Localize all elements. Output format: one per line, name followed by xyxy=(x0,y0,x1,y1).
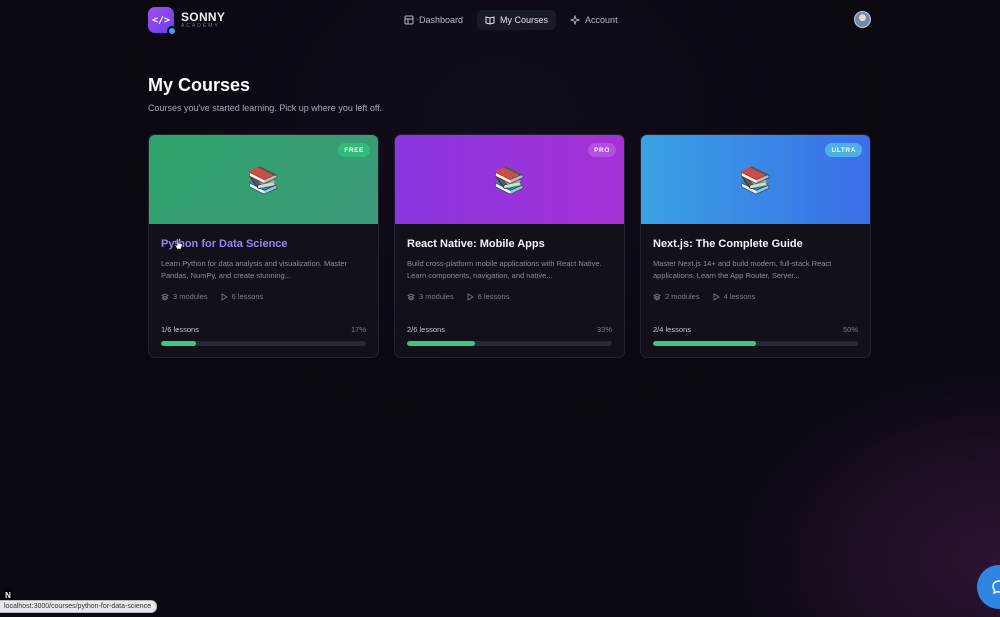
course-title[interactable]: Python for Data Science xyxy=(161,238,366,250)
course-meta: 2 modules 4 lessons xyxy=(653,292,858,301)
hand-cursor-icon xyxy=(174,238,183,250)
chat-bubble-icon xyxy=(992,580,1000,595)
tier-badge: PRO xyxy=(588,143,616,157)
module-count: 3 modules xyxy=(419,292,454,301)
play-icon xyxy=(713,292,720,301)
progress-label: 2/4 lessons xyxy=(653,325,691,334)
books-icon: 📚 xyxy=(493,164,526,195)
tier-badge: FREE xyxy=(338,143,370,157)
course-card[interactable]: 📚 ULTRA Next.js: The Complete Guide Mast… xyxy=(640,134,871,358)
course-description: Master Next.js 14+ and build modern, ful… xyxy=(653,259,832,280)
progress-bar xyxy=(653,341,858,346)
page-subtitle: Courses you've started learning. Pick up… xyxy=(148,103,383,113)
course-description: Learn Python for data analysis and visua… xyxy=(161,259,347,280)
link-status-bar: localhost:3000/courses/python-for-data-s… xyxy=(0,600,158,613)
progress-fill xyxy=(653,341,756,346)
chat-button[interactable] xyxy=(977,565,1000,609)
course-meta: 3 modules 6 lessons xyxy=(161,292,366,301)
module-count: 3 modules xyxy=(173,292,208,301)
course-title[interactable]: React Native: Mobile Apps xyxy=(407,238,612,250)
progress-percent: 33% xyxy=(596,325,612,334)
lesson-count: 6 lessons xyxy=(477,292,510,301)
progress-percent: 17% xyxy=(350,325,366,334)
main-nav: Dashboard My Courses Account xyxy=(396,10,626,30)
lesson-count: 4 lessons xyxy=(723,292,756,301)
course-title[interactable]: Next.js: The Complete Guide xyxy=(653,238,858,250)
nav-account-label: Account xyxy=(585,15,618,25)
nav-account[interactable]: Account xyxy=(562,10,626,30)
module-count: 2 modules xyxy=(665,292,700,301)
page-title: My Courses xyxy=(148,75,251,95)
progress-bar xyxy=(407,341,612,346)
course-description: Build cross-platform mobile applications… xyxy=(407,259,602,280)
course-banner: 📚 FREE xyxy=(149,135,378,224)
book-icon xyxy=(485,16,495,25)
brand-name: SONNY xyxy=(181,10,226,24)
nav-my-courses[interactable]: My Courses xyxy=(477,10,557,30)
progress-bar xyxy=(161,341,366,346)
code-icon: </> xyxy=(148,7,177,36)
layers-icon xyxy=(161,293,169,300)
layers-icon xyxy=(653,293,661,300)
nav-dashboard-label: Dashboard xyxy=(419,15,464,25)
progress-label: 1/6 lessons xyxy=(161,325,199,334)
user-avatar[interactable] xyxy=(854,11,871,28)
nav-dashboard[interactable]: Dashboard xyxy=(396,10,471,30)
progress-row: 2/4 lessons 50% xyxy=(653,325,858,334)
course-card[interactable]: 📚 PRO React Native: Mobile Apps Build cr… xyxy=(394,134,625,358)
logo-symbol: </> xyxy=(151,14,171,26)
progress-row: 2/6 lessons 33% xyxy=(407,325,612,334)
play-icon xyxy=(467,292,474,301)
tier-badge: ULTRA xyxy=(825,143,862,157)
top-nav-bar: </> SONNY ACADEMY Dashboard My Courses A… xyxy=(0,0,1000,40)
progress-percent: 50% xyxy=(842,325,858,334)
course-banner: 📚 PRO xyxy=(395,135,624,224)
layers-icon xyxy=(407,293,415,300)
brand-subtitle: ACADEMY xyxy=(181,23,220,29)
lesson-count: 6 lessons xyxy=(231,292,264,301)
progress-fill xyxy=(161,341,196,346)
dashboard-icon xyxy=(404,15,414,25)
books-icon: 📚 xyxy=(739,164,772,195)
sparkle-icon xyxy=(570,15,581,25)
brand-logo[interactable]: </> SONNY ACADEMY xyxy=(148,7,226,36)
progress-row: 1/6 lessons 17% xyxy=(161,325,366,334)
progress-label: 2/6 lessons xyxy=(407,325,445,334)
nav-my-courses-label: My Courses xyxy=(500,15,549,25)
play-icon xyxy=(221,292,228,301)
progress-fill xyxy=(407,341,475,346)
course-meta: 3 modules 6 lessons xyxy=(407,292,612,301)
logo-status-dot xyxy=(167,26,177,36)
course-grid: 📚 FREE Python for Data Science Learn Pyt… xyxy=(148,134,871,358)
books-icon: 📚 xyxy=(247,164,280,195)
course-banner: 📚 ULTRA xyxy=(641,135,870,224)
